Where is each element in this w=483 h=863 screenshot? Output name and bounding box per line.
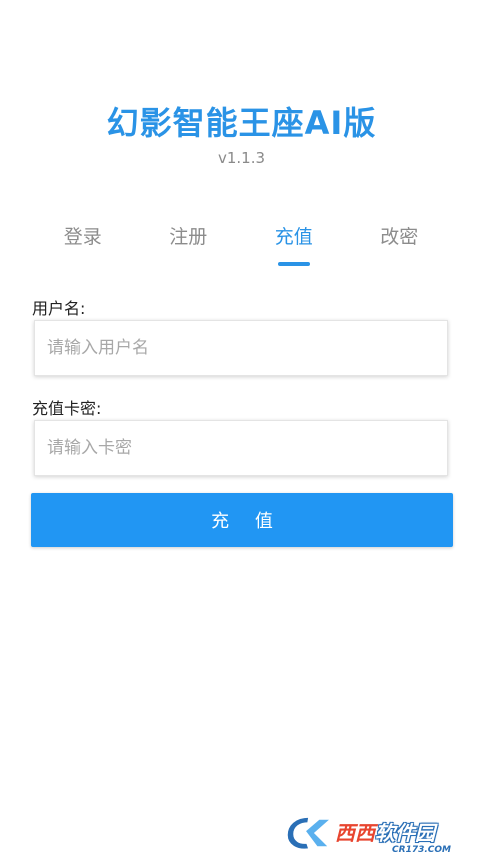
auth-tab-bar: 登录 注册 充值 改密 — [30, 214, 452, 270]
tab-active-indicator — [277, 262, 310, 266]
watermark-url: CR173.COM — [392, 845, 451, 855]
tab-login-label: 登录 — [63, 226, 102, 248]
tab-login[interactable]: 登录 — [30, 214, 136, 270]
recharge-button[interactable]: 充 值 — [31, 493, 453, 547]
card-key-field-box — [34, 420, 448, 476]
card-key-input[interactable] — [35, 421, 447, 475]
username-input[interactable] — [35, 321, 447, 375]
tab-change-password-label: 改密 — [380, 226, 419, 248]
recharge-screen: 幻影智能王座AI版 v1.1.3 登录 注册 充值 改密 用户名: 充值卡密: … — [0, 0, 483, 863]
watermark-text: 西西软件园 — [335, 823, 435, 843]
watermark-text-blue: 软件园 — [375, 821, 435, 845]
watermark-logo-icon — [283, 813, 335, 853]
watermark-text-red: 西西 — [335, 821, 375, 845]
card-key-label: 充值卡密: — [32, 399, 102, 418]
tab-register[interactable]: 注册 — [136, 214, 242, 270]
username-field-box — [34, 320, 448, 376]
username-label: 用户名: — [32, 299, 86, 318]
tab-change-password[interactable]: 改密 — [347, 214, 453, 270]
app-version: v1.1.3 — [217, 149, 266, 167]
tab-register-label: 注册 — [169, 226, 208, 248]
tab-recharge-label: 充值 — [274, 226, 313, 248]
tab-recharge[interactable]: 充值 — [241, 214, 347, 270]
app-title: 幻影智能王座AI版 — [106, 104, 377, 142]
watermark: 西西软件园 CR173.COM — [283, 809, 463, 857]
